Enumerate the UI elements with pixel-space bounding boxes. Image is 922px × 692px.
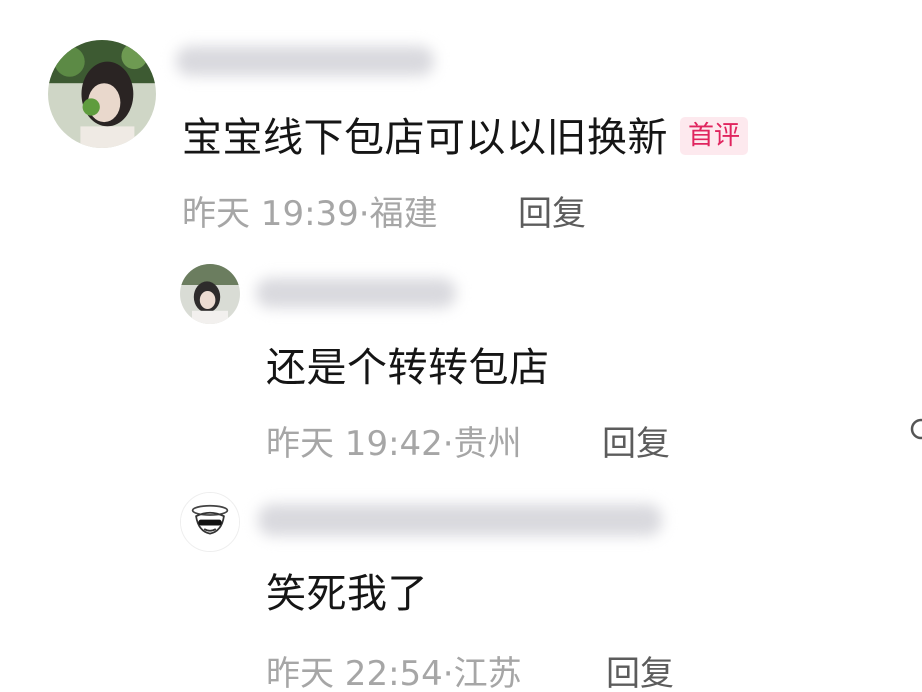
username-blurred[interactable] <box>256 278 456 308</box>
meta-separator: · <box>442 424 454 464</box>
ip-location: 江苏 <box>453 654 522 692</box>
avatar-photo-icon <box>180 264 240 324</box>
timestamp: 昨天 19:42 <box>266 424 443 464</box>
comment-meta: 昨天 19:39·福建 <box>182 186 438 235</box>
comment-3: 笑死我了 昨天 22:54·江苏 回复 <box>0 470 922 692</box>
ip-location: 贵州 <box>453 424 522 464</box>
comment-meta: 昨天 22:54·江苏 <box>266 646 522 692</box>
username-blurred[interactable] <box>258 504 662 536</box>
avatar[interactable] <box>180 264 240 324</box>
username-blurred[interactable] <box>176 46 434 76</box>
reply-button[interactable]: 回复 <box>606 646 674 692</box>
avatar[interactable] <box>48 40 156 148</box>
avatar-drawing-icon <box>181 493 239 551</box>
timestamp: 昨天 22:54 <box>266 654 443 692</box>
avatar[interactable] <box>180 492 240 552</box>
comment-text: 宝宝线下包店可以以旧换新 首评 <box>182 110 749 166</box>
avatar-photo-icon <box>48 40 156 148</box>
meta-separator: · <box>358 194 370 234</box>
comment-text: 还是个转转包店 <box>266 345 550 391</box>
comment-meta: 昨天 19:42·贵州 <box>266 416 522 465</box>
search-icon[interactable] <box>908 416 922 446</box>
ip-location: 福建 <box>369 194 438 234</box>
comment-text-body: 宝宝线下包店可以以旧换新 <box>182 115 668 161</box>
first-comment-badge: 首评 <box>680 117 749 155</box>
comment-text: 笑死我了 <box>266 571 428 617</box>
timestamp: 昨天 19:39 <box>182 194 359 234</box>
comment-1: 宝宝线下包店可以以旧换新 首评 昨天 19:39·福建 回复 <box>0 0 922 240</box>
meta-separator: · <box>442 654 454 692</box>
reply-button[interactable]: 回复 <box>518 186 586 235</box>
comment-2: 还是个转转包店 昨天 19:42·贵州 回复 <box>0 240 922 470</box>
reply-button[interactable]: 回复 <box>602 416 670 465</box>
